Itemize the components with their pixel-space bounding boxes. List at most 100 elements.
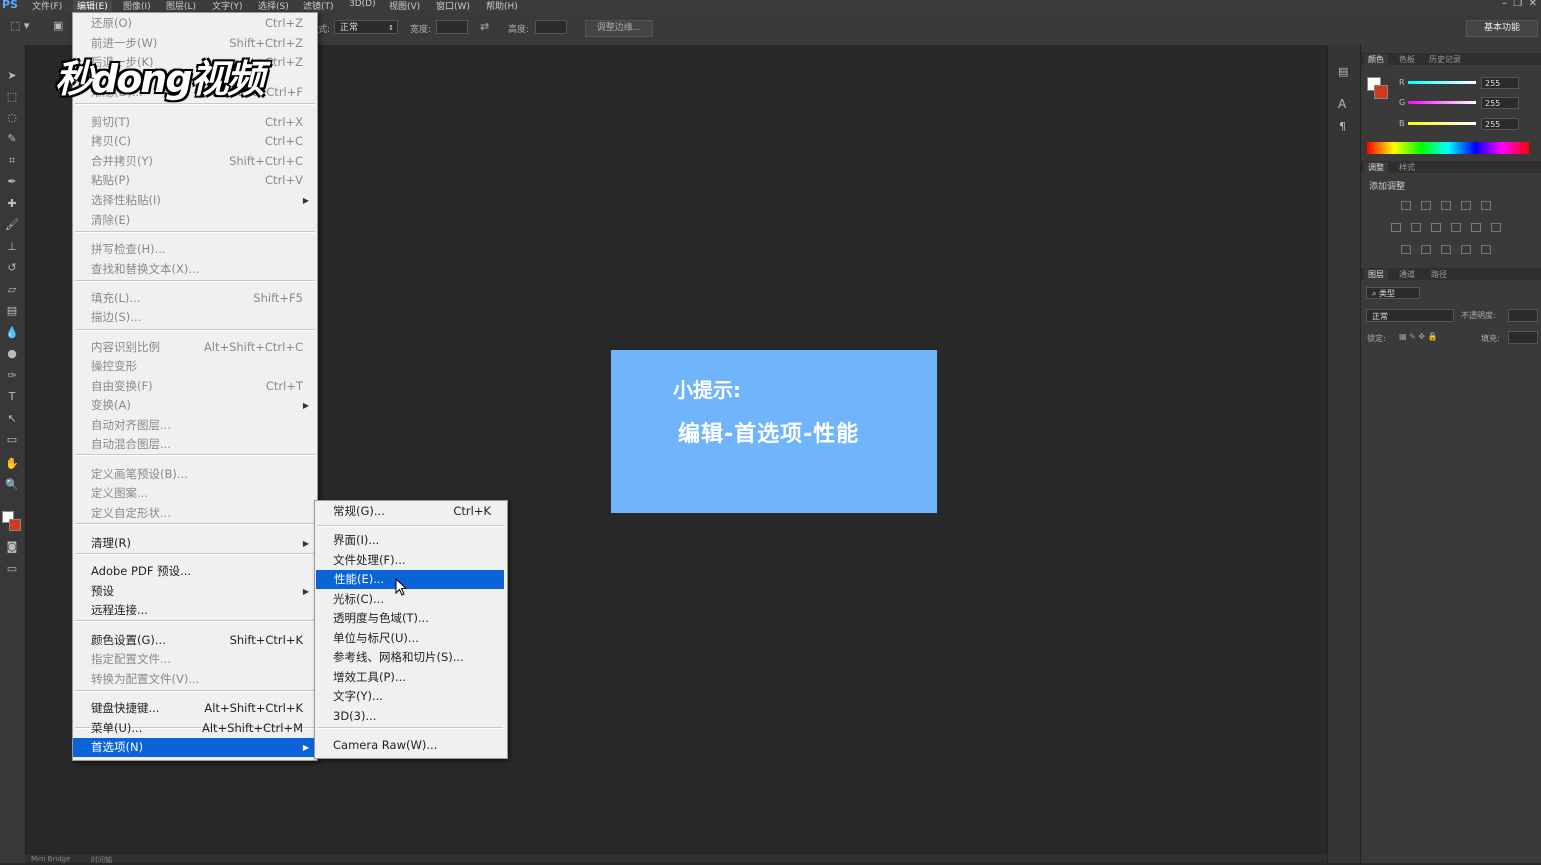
menu-3d[interactable]: 3D(D) (349, 0, 376, 9)
edit-menu-item[interactable]: 选择性粘贴(I) ▶ (73, 191, 317, 210)
menu-window[interactable]: 窗口(W) (436, 0, 470, 12)
type-tool-icon[interactable]: T (4, 390, 20, 404)
height-input[interactable] (535, 20, 567, 34)
refine-edge-button[interactable]: 调整边缘... (585, 20, 653, 37)
channel-g-value[interactable]: 255 (1481, 97, 1519, 109)
channel-r-slider[interactable] (1408, 81, 1476, 84)
menu-help[interactable]: 帮助(H) (486, 0, 518, 12)
edit-menu-item[interactable]: 自动对齐图层... (73, 416, 317, 435)
preferences-menu-item[interactable]: 性能(E)... (316, 570, 504, 589)
lasso-tool-icon[interactable]: ◌ (4, 111, 20, 125)
edit-menu-item[interactable]: 自由变换(F) Ctrl+T (73, 377, 317, 396)
menu-type[interactable]: 文字(Y) (212, 0, 243, 12)
edit-menu-item[interactable]: 转换为配置文件(V)... (73, 670, 317, 689)
menu-image[interactable]: 图像(I) (123, 0, 151, 12)
tab-paths[interactable]: 路径 (1431, 269, 1447, 280)
blur-tool-icon[interactable]: 💧 (4, 326, 20, 340)
workspace-switcher[interactable]: 基本功能 (1466, 20, 1538, 37)
menu-layer[interactable]: 图层(L) (166, 0, 196, 12)
preferences-menu-item[interactable]: 单位与标尺(U)... (315, 629, 505, 648)
edit-menu-item[interactable]: 定义自定形状... (73, 504, 317, 523)
background-color-swatch[interactable] (9, 519, 21, 531)
channel-b-value[interactable]: 255 (1481, 118, 1519, 130)
quick-mask-icon[interactable]: ◙ (4, 540, 20, 554)
tab-styles[interactable]: 样式 (1399, 162, 1415, 173)
crop-tool-icon[interactable]: ⌗ (4, 154, 20, 168)
menu-view[interactable]: 视图(V) (389, 0, 420, 12)
channel-g-slider[interactable] (1408, 101, 1476, 104)
edit-menu-item[interactable]: 定义图案... (73, 484, 317, 503)
edit-menu-item[interactable]: 粘贴(P) Ctrl+V (73, 171, 317, 190)
marquee-tool-icon[interactable]: ⬚ (4, 90, 20, 104)
selective-color-adjust-icon[interactable] (1461, 245, 1471, 254)
preferences-menu-item[interactable]: 3D(3)... (315, 707, 505, 726)
edit-menu-item[interactable]: 变换(A) ▶ (73, 396, 317, 415)
edit-menu-item[interactable]: 拷贝(C) Ctrl+C (73, 132, 317, 151)
photo-filter-adjust-icon[interactable] (1451, 223, 1461, 232)
tab-color[interactable]: 颜色 (1364, 54, 1388, 65)
style-select[interactable]: 正常 ⇕ (334, 20, 398, 34)
hand-tool-icon[interactable]: ✋ (4, 457, 20, 471)
edit-menu-item[interactable]: 操控变形 (73, 357, 317, 376)
tab-swatches[interactable]: 色板 (1399, 54, 1415, 65)
quick-select-icon[interactable]: ✎ (4, 132, 20, 146)
threshold-adjust-icon[interactable] (1441, 245, 1451, 254)
preferences-menu-item[interactable]: 界面(I)... (315, 531, 505, 550)
channel-b-slider[interactable] (1408, 122, 1476, 125)
character-panel-icon[interactable]: A (1338, 97, 1346, 111)
bg-color-chip[interactable] (1374, 85, 1388, 99)
brush-tool-icon[interactable]: 🖌 (4, 218, 20, 232)
exposure-adjust-icon[interactable] (1461, 201, 1471, 210)
move-tool-icon[interactable]: ➤ (4, 69, 20, 83)
menu-filter[interactable]: 滤镜(T) (303, 0, 334, 12)
edit-menu-item[interactable]: 查找和替换文本(X)... (73, 260, 317, 279)
preferences-menu-item[interactable]: 透明度与色域(T)... (315, 609, 505, 628)
shape-tool-icon[interactable]: ▭ (4, 433, 20, 447)
curves-adjust-icon[interactable] (1441, 201, 1451, 210)
tab-timeline[interactable]: 时间轴 (91, 855, 112, 865)
menu-edit[interactable]: 编辑(E) (73, 0, 112, 12)
vibrance-adjust-icon[interactable] (1481, 201, 1491, 210)
channel-mixer-adjust-icon[interactable] (1471, 223, 1481, 232)
preferences-menu-item[interactable]: 文字(Y)... (315, 687, 505, 706)
edit-menu-item[interactable]: 首选项(N) ▶ (73, 738, 317, 757)
edit-menu-item[interactable]: 预设 ▶ (73, 582, 317, 601)
history-panel-icon[interactable]: ▤ (1338, 65, 1348, 78)
edit-menu-item[interactable]: Adobe PDF 预设... (73, 562, 317, 581)
edit-menu-item[interactable]: 指定配置文件... (73, 650, 317, 669)
gradient-tool-icon[interactable]: ▤ (4, 304, 20, 318)
eraser-tool-icon[interactable]: ▱ (4, 283, 20, 297)
opacity-input[interactable] (1508, 309, 1538, 322)
eyedropper-icon[interactable]: ✒ (4, 175, 20, 189)
levels-adjust-icon[interactable] (1421, 201, 1431, 210)
preferences-menu-item[interactable]: 参考线、网格和切片(S)... (315, 648, 505, 667)
screen-mode-icon[interactable]: ▭ (4, 562, 20, 576)
edit-menu-item[interactable]: 剪切(T) Ctrl+X (73, 113, 317, 132)
edit-menu-item[interactable]: 远程连接... (73, 601, 317, 620)
tab-adjustments[interactable]: 调整 (1364, 162, 1388, 173)
color-spectrum[interactable] (1367, 142, 1529, 154)
tab-layers[interactable]: 图层 (1364, 269, 1388, 280)
edit-menu-item[interactable]: 还原(O) Ctrl+Z (73, 14, 317, 33)
width-input[interactable] (436, 20, 468, 34)
path-select-icon[interactable]: ↖ (4, 412, 20, 426)
edit-menu-item[interactable]: 清理(R) ▶ (73, 534, 317, 553)
edit-menu-item[interactable]: 清除(E) (73, 211, 317, 230)
tab-channels[interactable]: 通道 (1399, 269, 1415, 280)
tab-history[interactable]: 历史记录 (1429, 54, 1461, 65)
preferences-menu-item[interactable]: 常规(G)... Ctrl+K (315, 502, 505, 521)
edit-menu-item[interactable]: 拼写检查(H)... (73, 240, 317, 259)
dodge-tool-icon[interactable]: ● (4, 347, 20, 361)
history-brush-icon[interactable]: ↺ (4, 261, 20, 275)
new-selection-icon[interactable]: ▣ (53, 19, 63, 32)
preferences-menu-item[interactable]: 增效工具(P)... (315, 668, 505, 687)
edit-menu-item[interactable]: 键盘快捷键... Alt+Shift+Ctrl+K (73, 699, 317, 718)
fill-input[interactable] (1508, 331, 1538, 344)
brightness-adjust-icon[interactable] (1401, 201, 1411, 210)
black-white-adjust-icon[interactable] (1431, 223, 1441, 232)
edit-menu-item[interactable]: 自动混合图层... (73, 435, 317, 454)
tab-mini-bridge[interactable]: Mini Bridge (31, 855, 70, 863)
lock-icons[interactable]: ▦ ✎ ✥ 🔒 (1399, 332, 1438, 341)
edit-menu-item[interactable]: 颜色设置(G)... Shift+Ctrl+K (73, 631, 317, 650)
healing-brush-icon[interactable]: ✚ (4, 197, 20, 211)
